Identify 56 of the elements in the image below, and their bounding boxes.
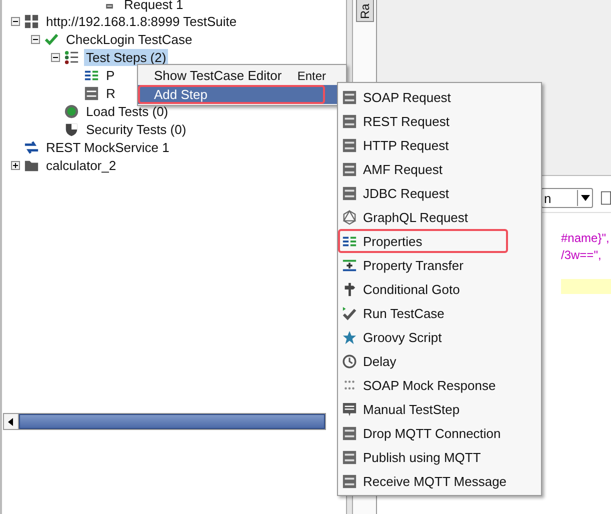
toolbar-icon[interactable] [601, 190, 611, 206]
tree-item[interactable]: Test Steps (2) [84, 48, 168, 66]
menu-item[interactable]: Run TestCase [338, 301, 541, 325]
menu-item[interactable]: Receive MQTT Message [338, 469, 541, 493]
expand-toggle[interactable] [31, 34, 40, 44]
scroll-thumb[interactable] [19, 414, 326, 429]
menu-item[interactable]: AMF Request [338, 157, 541, 181]
tree-item[interactable]: P [104, 66, 117, 84]
horizontal-scrollbar[interactable] [3, 413, 326, 430]
star-icon [342, 330, 357, 344]
gauge-icon [64, 104, 79, 118]
scroll-left-button[interactable] [4, 414, 19, 429]
checkmark-icon [342, 306, 357, 320]
tree-item[interactable]: REST MockService 1 [44, 138, 172, 156]
code-line: #name}", [561, 231, 610, 247]
menu-item[interactable]: HTTP Request [338, 133, 541, 157]
menu-item[interactable]: Show TestCase Editor Enter [138, 66, 334, 85]
list-icon [64, 50, 79, 64]
menu-item[interactable]: JDBC Request [338, 181, 541, 205]
menu-item[interactable]: Add Step [138, 85, 325, 104]
grid-icon [24, 14, 39, 28]
tree-item[interactable]: R [104, 84, 118, 102]
tree-item[interactable]: Security Tests (0) [84, 120, 188, 138]
tree-item[interactable]: http://192.168.1.8:8999 TestSuite [44, 12, 239, 30]
arrows-icon [24, 140, 39, 154]
clock-icon [342, 354, 357, 368]
menu-item[interactable]: Manual TestStep [338, 397, 541, 421]
menu-item[interactable]: Properties [338, 229, 541, 253]
tree-item[interactable]: calculator_2 [44, 156, 118, 174]
signpost-icon [342, 282, 357, 296]
side-tab[interactable]: Ra [356, 0, 374, 22]
expand-toggle[interactable] [51, 52, 60, 62]
menu-item[interactable]: Property Transfer [338, 253, 541, 277]
menu-item[interactable]: Drop MQTT Connection [338, 421, 541, 445]
expand-toggle[interactable] [11, 16, 20, 26]
tree-item[interactable]: Request 1 [122, 0, 186, 12]
menu-item[interactable]: REST Request [338, 109, 541, 133]
note-icon [342, 402, 357, 416]
caret-icon [580, 195, 590, 201]
menu-item[interactable]: GraphQL Request [338, 205, 541, 229]
menu-item[interactable]: SOAP Mock Response [338, 373, 541, 397]
code-line: /3w==", [561, 248, 602, 264]
menu-item[interactable]: Delay [338, 349, 541, 373]
checkmark-icon [44, 32, 59, 46]
graphql-icon [342, 210, 357, 224]
tree-item[interactable]: Load Tests (0) [84, 102, 170, 120]
menu-item[interactable]: Publish using MQTT [338, 445, 541, 469]
transfer-icon [342, 258, 357, 272]
dotted-grid-icon [342, 378, 357, 392]
left-arrow-icon [8, 418, 14, 426]
expand-toggle[interactable] [11, 160, 20, 170]
shield-icon [64, 122, 79, 136]
tree-item[interactable]: CheckLogin TestCase [64, 30, 194, 48]
menu-item[interactable]: Conditional Goto [338, 277, 541, 301]
menu-item[interactable]: SOAP Request [338, 85, 541, 109]
menu-item[interactable]: Groovy Script [338, 325, 541, 349]
